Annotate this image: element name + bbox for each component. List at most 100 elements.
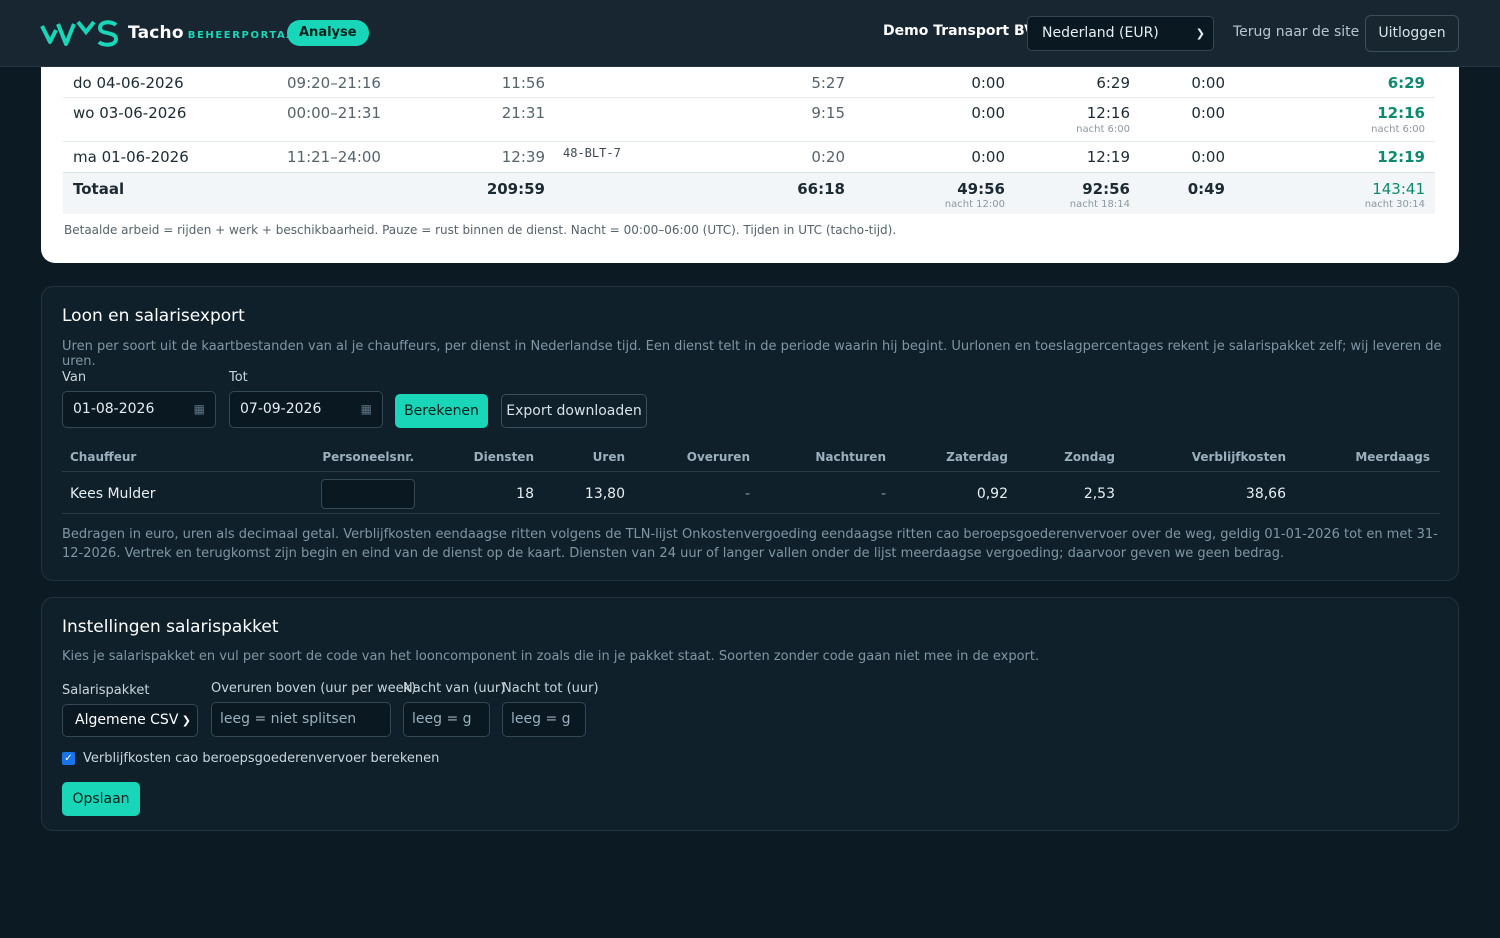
table-header-divider xyxy=(62,471,1440,472)
region-select-value: Nederland (EUR) xyxy=(1042,25,1159,41)
company-name: Demo Transport BV xyxy=(883,23,1035,39)
table-total-row: Totaal 209:59 66:18 49:56 nacht 12:00 92… xyxy=(63,172,1435,214)
allowance-checkbox-label[interactable]: Verblijfkosten cao beroepsgoederenvervoe… xyxy=(83,751,439,766)
brand-logo[interactable]: Tacho BEHEERPORTAAL xyxy=(40,18,304,48)
save-button[interactable]: Opslaan xyxy=(62,782,140,816)
settings-title: Instellingen salarispakket xyxy=(62,617,279,637)
col-header-employee-number: Personeelsnr. xyxy=(322,450,414,464)
total-work: 49:56 xyxy=(957,180,1005,198)
driver-overtime: - xyxy=(744,486,750,502)
col-header-overtime: Overuren xyxy=(686,450,750,464)
night-from-input[interactable]: leeg = g xyxy=(403,702,490,737)
col-header-multiday: Meerdaags xyxy=(1355,450,1430,464)
vehicle-plate: 48-BLT-7 xyxy=(563,146,621,160)
overtime-input[interactable]: leeg = niet splitsen xyxy=(211,702,391,737)
shift-total-night: nacht 6:00 xyxy=(1371,124,1425,135)
shift-time: 00:00–21:31 xyxy=(287,104,381,122)
driver-hours: 13,80 xyxy=(584,486,625,502)
settings-description: Kies je salarispakket en vul per soort d… xyxy=(62,649,1040,664)
package-select-value: Algemene CSV xyxy=(75,712,179,728)
shift-driving: 0:20 xyxy=(811,148,845,166)
shift-duration: 11:56 xyxy=(501,74,545,92)
driver-saturday: 0,92 xyxy=(976,486,1008,502)
employee-number-input[interactable] xyxy=(321,479,415,509)
shift-driving: 9:15 xyxy=(811,104,845,122)
driver-shifts: 18 xyxy=(516,486,534,502)
chevron-down-icon: ❯ xyxy=(181,714,191,727)
export-download-button[interactable]: Export downloaden xyxy=(501,394,647,428)
shift-date: do 04-06-2026 xyxy=(73,74,184,92)
driver-sunday: 2,53 xyxy=(1083,486,1115,502)
shift-pause: 0:00 xyxy=(1191,148,1225,166)
logout-button[interactable]: Uitloggen xyxy=(1365,15,1459,52)
total-sum-night: nacht 30:14 xyxy=(1364,199,1425,210)
payroll-description: Uren per soort uit de kaartbestanden van… xyxy=(62,339,1442,369)
from-date-label: Van xyxy=(62,370,87,385)
shift-paid: 6:29 xyxy=(1096,74,1130,92)
top-navigation-bar: Tacho BEHEERPORTAAL Analyse Demo Transpo… xyxy=(0,0,1500,67)
shift-total: 6:29 xyxy=(1387,74,1425,92)
col-header-sunday: Zondag xyxy=(1064,450,1115,464)
night-to-input[interactable]: leeg = g xyxy=(502,702,586,737)
shift-paid: 12:16 xyxy=(1086,104,1130,122)
total-work-night: nacht 12:00 xyxy=(944,199,1005,210)
package-label: Salarispakket xyxy=(62,683,150,698)
to-date-label: Tot xyxy=(229,370,248,385)
col-header-saturday: Zaterdag xyxy=(946,450,1008,464)
night-to-label: Nacht tot (uur) xyxy=(502,681,599,696)
total-duration: 209:59 xyxy=(486,180,545,198)
calendar-icon[interactable]: ▦ xyxy=(194,392,205,427)
col-header-allowance: Verblijfkosten xyxy=(1191,450,1286,464)
total-pause: 0:49 xyxy=(1187,180,1225,198)
back-to-site-link[interactable]: Terug naar de site xyxy=(1233,24,1359,40)
row-divider xyxy=(63,97,1435,98)
total-paid-night: nacht 18:14 xyxy=(1069,199,1130,210)
overtime-label: Overuren boven (uur per week) xyxy=(211,681,417,696)
package-select[interactable]: Algemene CSV ❯ xyxy=(62,704,198,737)
shift-pause: 0:00 xyxy=(1191,74,1225,92)
col-header-driver: Chauffeur xyxy=(70,450,137,464)
shift-duration: 21:31 xyxy=(501,104,545,122)
payroll-note: Bedragen in euro, uren als decimaal geta… xyxy=(62,527,1438,561)
shift-total: 12:16 xyxy=(1377,104,1425,122)
to-date-input[interactable]: 07-09-2026 ▦ xyxy=(229,391,383,428)
shift-date: wo 03-06-2026 xyxy=(73,104,187,122)
total-paid: 92:56 xyxy=(1082,180,1130,198)
shift-date: ma 01-06-2026 xyxy=(73,148,189,166)
logo-mark-icon xyxy=(40,18,120,48)
shift-paid: 12:19 xyxy=(1086,148,1130,166)
shift-driving: 5:27 xyxy=(811,74,845,92)
shift-pause: 0:00 xyxy=(1191,104,1225,122)
shift-time: 11:21–24:00 xyxy=(287,148,381,166)
col-header-night-hours: Nachturen xyxy=(815,450,886,464)
total-driving: 66:18 xyxy=(797,180,845,198)
calculate-button[interactable]: Berekenen xyxy=(395,394,488,428)
shift-time: 09:20–21:16 xyxy=(287,74,381,92)
table-row: wo 03-06-2026 00:00–21:31 21:31 9:15 0:0… xyxy=(63,104,1435,142)
calendar-icon[interactable]: ▦ xyxy=(361,392,372,427)
payroll-export-card: Loon en salarisexport Uren per soort uit… xyxy=(41,286,1459,581)
shift-work: 0:00 xyxy=(971,104,1005,122)
col-header-shifts: Diensten xyxy=(473,450,534,464)
shift-table-footnote: Betaalde arbeid = rijden + werk + beschi… xyxy=(64,223,897,237)
shift-total: 12:19 xyxy=(1377,148,1425,166)
from-date-input[interactable]: 01-08-2026 ▦ xyxy=(62,391,216,428)
total-label: Totaal xyxy=(73,180,125,198)
brand-name: Tacho xyxy=(128,23,184,43)
payroll-settings-card: Instellingen salarispakket Kies je salar… xyxy=(41,597,1459,831)
driver-night-hours: - xyxy=(880,486,886,502)
table-row: ma 01-06-2026 11:21–24:00 12:39 48-BLT-7… xyxy=(63,146,1435,172)
to-date-value: 07-09-2026 xyxy=(240,401,322,417)
row-divider xyxy=(63,141,1435,142)
shift-paid-night: nacht 6:00 xyxy=(1076,124,1130,135)
chevron-down-icon: ❯ xyxy=(1195,27,1205,40)
table-row-divider xyxy=(62,513,1440,514)
total-sum: 143:41 xyxy=(1372,180,1425,198)
table-row: do 04-06-2026 09:20–21:16 11:56 5:27 0:0… xyxy=(63,74,1435,98)
night-from-label: Nacht van (uur) xyxy=(403,681,506,696)
analyse-badge[interactable]: Analyse xyxy=(287,20,369,46)
allowance-checkbox[interactable]: ✓ xyxy=(62,752,75,765)
region-select[interactable]: Nederland (EUR) ❯ xyxy=(1027,16,1214,51)
payroll-title: Loon en salarisexport xyxy=(62,306,245,326)
shift-table-card: do 04-06-2026 09:20–21:16 11:56 5:27 0:0… xyxy=(41,67,1459,263)
